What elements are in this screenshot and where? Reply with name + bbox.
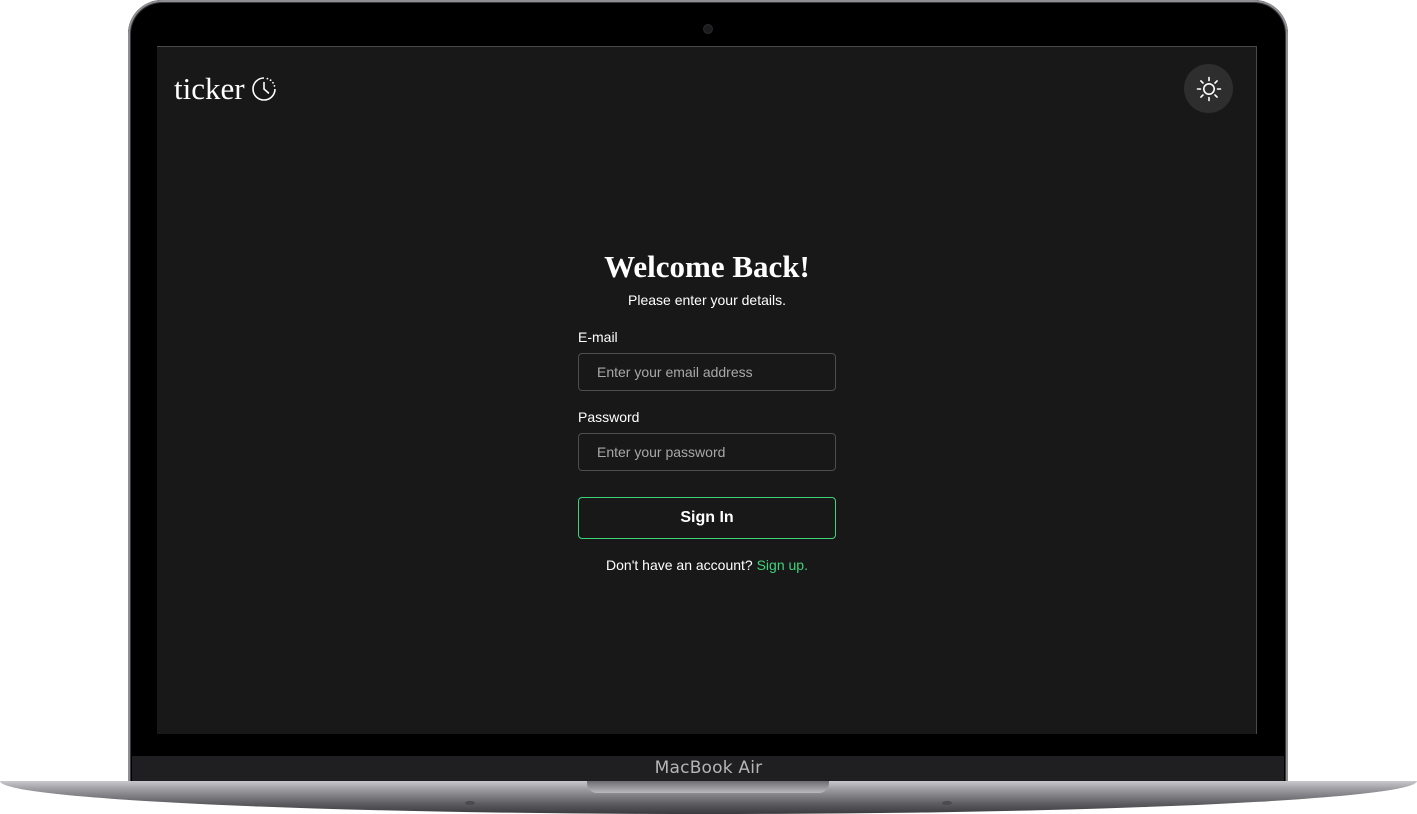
page-subtitle: Please enter your details. (628, 292, 786, 308)
sun-icon (1195, 75, 1223, 103)
theme-toggle-button[interactable] (1184, 64, 1233, 113)
laptop-mockup: ticker Welcome Back! Please enter your d… (0, 0, 1417, 814)
login-form: Welcome Back! Please enter your details.… (578, 247, 836, 574)
laptop-foot-left (465, 801, 475, 805)
app-logo[interactable]: ticker (174, 69, 278, 109)
app-screen: ticker Welcome Back! Please enter your d… (157, 46, 1257, 734)
page-title: Welcome Back! (604, 249, 810, 284)
signup-prompt-text: Don't have an account? (606, 557, 753, 573)
signup-prompt-row: Don't have an account? Sign up. (578, 557, 836, 574)
laptop-foot-right (942, 801, 952, 805)
email-label: E-mail (578, 329, 618, 345)
password-field[interactable] (578, 433, 836, 471)
email-field[interactable] (578, 353, 836, 391)
sign-in-button[interactable]: Sign In (578, 497, 836, 539)
sign-up-link[interactable]: Sign up. (757, 557, 808, 573)
device-label: MacBook Air (654, 758, 763, 778)
logo-text: ticker (174, 71, 245, 106)
camera-dot (704, 25, 712, 33)
clock-icon (250, 75, 278, 103)
password-label: Password (578, 409, 640, 425)
laptop-lid: ticker Welcome Back! Please enter your d… (128, 0, 1288, 790)
laptop-hinge-notch (587, 781, 829, 793)
